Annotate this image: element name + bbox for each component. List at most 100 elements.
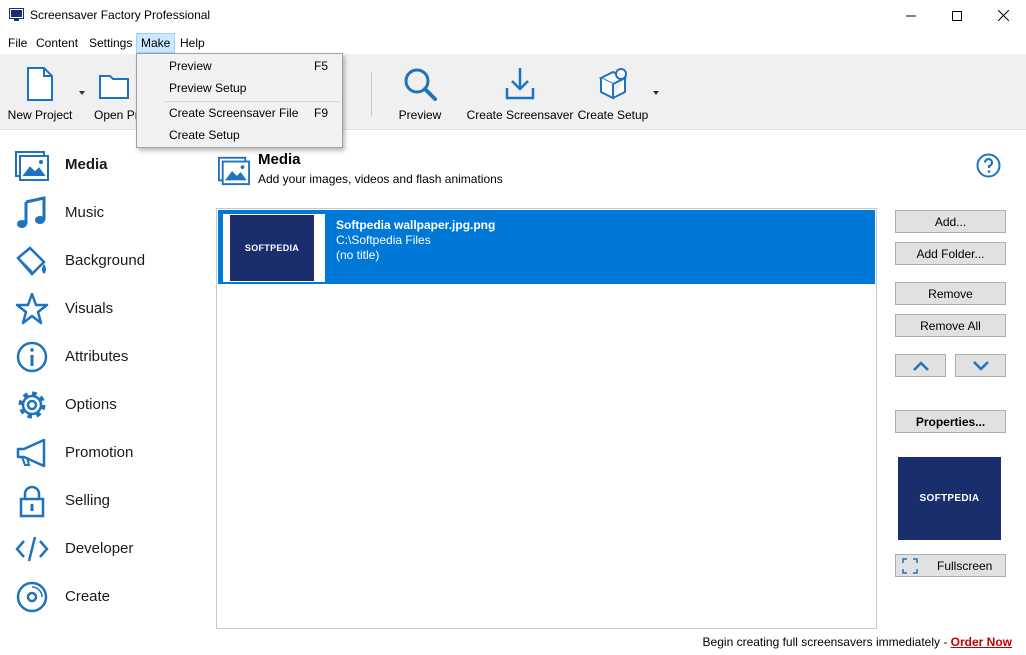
page-title: Media: [258, 151, 301, 168]
create-screensaver-label: Create Screensaver: [466, 108, 574, 122]
sidebar-item-label: Media: [65, 156, 108, 173]
paint-bucket-icon: [16, 246, 46, 276]
music-icon: [17, 196, 46, 228]
menu-bar: File Content Settings Make Help: [0, 31, 1026, 54]
sidebar-item-label: Music: [65, 204, 105, 221]
sidebar-item-media[interactable]: Media: [14, 144, 194, 184]
sidebar-item-label: Promotion: [65, 444, 134, 461]
search-icon: [404, 68, 437, 101]
menu-settings[interactable]: Settings: [85, 33, 136, 53]
menu-item-create-screensaver-file[interactable]: Create Screensaver File F9: [139, 103, 340, 124]
lock-icon: [19, 485, 45, 518]
minimize-icon: [906, 15, 916, 16]
menu-item-label: Preview: [169, 59, 212, 73]
sidebar-item-create[interactable]: Create: [14, 576, 194, 616]
preview-button[interactable]: Preview: [390, 62, 450, 128]
properties-button[interactable]: Properties...: [895, 410, 1006, 433]
menu-item-label: Preview Setup: [169, 81, 247, 95]
move-up-button[interactable]: [895, 354, 946, 377]
menu-make[interactable]: Make: [136, 33, 176, 53]
make-menu-dropdown: Preview F5 Preview Setup Create Screensa…: [136, 53, 343, 148]
footer-text: Begin creating full screensavers immedia…: [702, 635, 951, 649]
media-title: (no title): [336, 248, 380, 262]
sidebar-item-label: Options: [65, 396, 117, 413]
sidebar-item-background[interactable]: Background: [14, 240, 194, 280]
gear-icon: [18, 391, 46, 419]
sidebar-item-selling[interactable]: Selling: [14, 480, 194, 520]
remove-all-button[interactable]: Remove All: [895, 314, 1006, 337]
media-thumbnail: SOFTPEDIA: [230, 215, 314, 281]
sidebar-item-music[interactable]: Music: [14, 192, 194, 232]
menu-item-label: Create Setup: [169, 128, 240, 142]
info-icon: [16, 341, 48, 373]
maximize-button[interactable]: [934, 0, 980, 31]
media-header-icon: [218, 156, 250, 186]
open-project-label: Open Pr: [94, 108, 139, 122]
new-project-label: New Project: [7, 108, 73, 122]
download-icon: [505, 68, 535, 100]
sidebar-item-label: Attributes: [65, 348, 129, 365]
sidebar-item-visuals[interactable]: Visuals: [14, 288, 194, 328]
code-icon: [15, 536, 49, 562]
menu-item-shortcut: F9: [314, 106, 329, 120]
menu-help[interactable]: Help: [176, 33, 209, 53]
folder-icon: [99, 75, 129, 99]
star-icon: [15, 292, 49, 325]
window-title: Screensaver Factory Professional: [30, 8, 211, 22]
app-icon: [9, 8, 24, 21]
add-folder-button[interactable]: Add Folder...: [895, 242, 1006, 265]
close-button[interactable]: [980, 0, 1026, 31]
chevron-up-icon: [912, 360, 929, 371]
remove-button[interactable]: Remove: [895, 282, 1006, 305]
title-bar: Screensaver Factory Professional: [0, 0, 1026, 31]
order-now-link[interactable]: Order Now: [951, 635, 1012, 649]
sidebar-item-options[interactable]: Options: [14, 384, 194, 424]
media-filename: Softpedia wallpaper.jpg.png: [336, 218, 496, 232]
new-document-icon: [27, 67, 53, 101]
move-down-button[interactable]: [955, 354, 1006, 377]
menu-item-label: Create Screensaver File: [169, 106, 299, 120]
page-subtitle: Add your images, videos and flash animat…: [258, 172, 503, 186]
menu-content[interactable]: Content: [32, 33, 82, 53]
preview-label: Preview: [398, 108, 442, 122]
footer-promo: Begin creating full screensavers immedia…: [560, 635, 1012, 649]
create-setup-dropdown-icon[interactable]: [653, 91, 659, 95]
minimize-button[interactable]: [888, 0, 934, 31]
menu-item-preview[interactable]: Preview F5: [139, 56, 340, 77]
preview-thumbnail: SOFTPEDIA: [898, 457, 1001, 540]
menu-item-create-setup[interactable]: Create Setup: [139, 125, 340, 146]
maximize-icon: [952, 10, 962, 21]
close-icon: [997, 10, 1009, 21]
menu-separator: [165, 101, 339, 102]
fullscreen-label: Fullscreen: [937, 558, 993, 573]
menu-item-preview-setup[interactable]: Preview Setup: [139, 78, 340, 99]
list-item[interactable]: SOFTPEDIA Softpedia wallpaper.jpg.png C:…: [218, 210, 875, 284]
sidebar-item-label: Selling: [65, 492, 111, 509]
add-button[interactable]: Add...: [895, 210, 1006, 233]
sidebar-item-promotion[interactable]: Promotion: [14, 432, 194, 472]
menu-file[interactable]: File: [4, 33, 31, 53]
sidebar-item-label: Create: [65, 588, 111, 605]
new-project-button[interactable]: New Project: [4, 62, 76, 128]
create-setup-button[interactable]: Create Setup: [576, 62, 650, 128]
sidebar-item-label: Visuals: [65, 300, 114, 317]
create-screensaver-button[interactable]: Create Screensaver: [466, 62, 574, 128]
help-icon[interactable]: [976, 153, 1001, 178]
chevron-down-icon: [972, 360, 989, 371]
sidebar-item-label: Developer: [65, 540, 134, 557]
sidebar-item-label: Background: [65, 252, 146, 269]
menu-item-shortcut: F5: [314, 59, 329, 73]
fullscreen-icon: [902, 557, 918, 574]
fullscreen-button[interactable]: Fullscreen: [895, 554, 1006, 577]
sidebar-item-attributes[interactable]: Attributes: [14, 336, 194, 376]
open-project-button[interactable]: Open Pr: [90, 62, 140, 128]
new-project-dropdown-icon[interactable]: [79, 91, 85, 95]
media-path: C:\Softpedia Files: [336, 233, 431, 247]
toolbar-separator: [371, 72, 372, 116]
disc-icon: [16, 581, 48, 613]
megaphone-icon: [16, 438, 46, 468]
media-icon: [15, 151, 49, 181]
sidebar-item-developer[interactable]: Developer: [14, 528, 194, 568]
package-icon: [598, 68, 628, 100]
create-setup-label: Create Setup: [577, 108, 649, 122]
